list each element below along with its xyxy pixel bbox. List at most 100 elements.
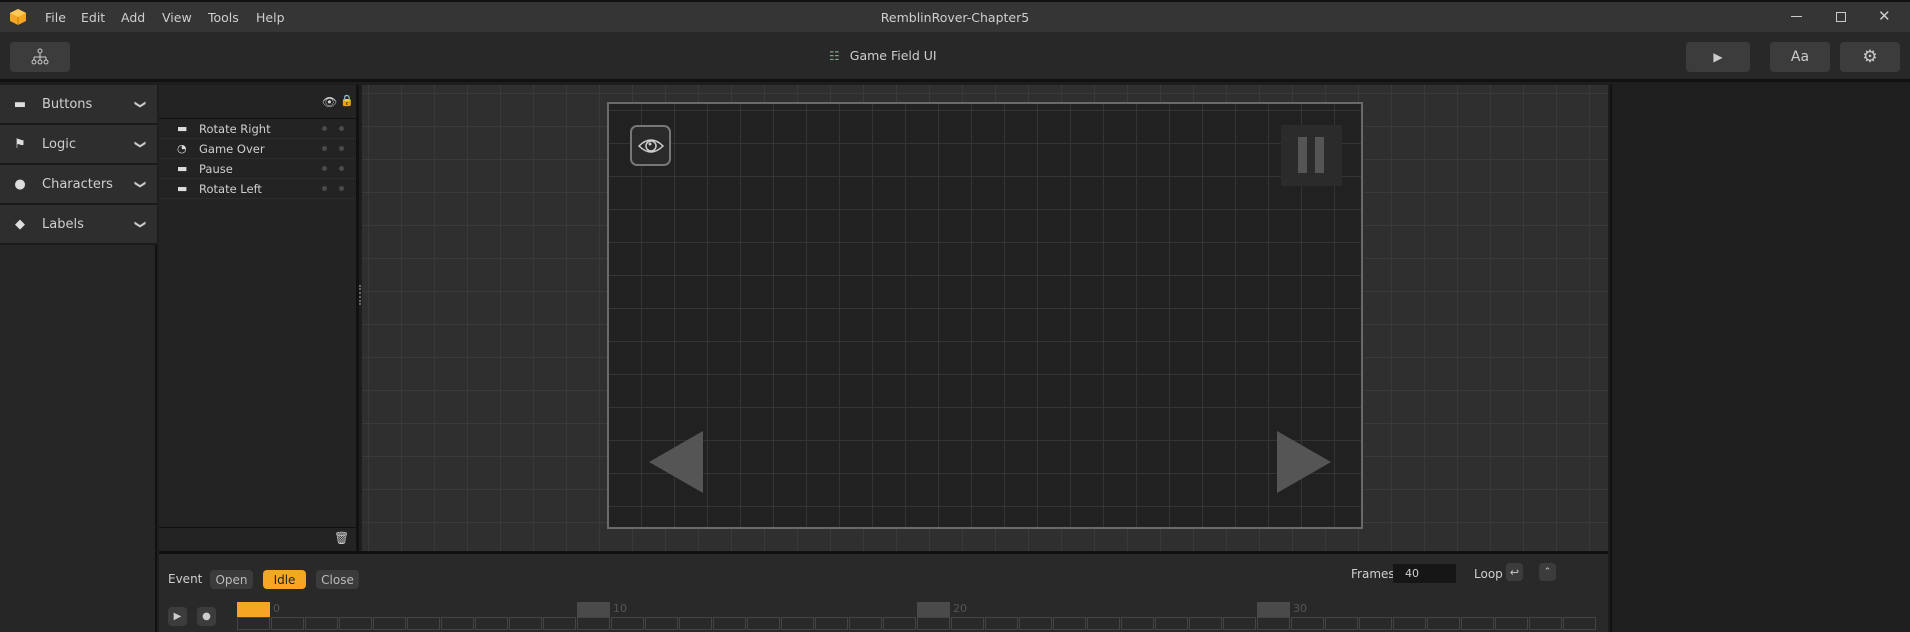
frame-cell[interactable] — [305, 617, 338, 630]
trash-icon[interactable]: 🗑 — [334, 531, 349, 545]
frame-number-label: 20 — [953, 602, 967, 615]
visibility-eye-icon[interactable]: 👁 — [322, 95, 337, 109]
chevron-down-icon: ❯ — [133, 219, 147, 229]
frame-cell[interactable] — [1529, 617, 1562, 630]
chevron-down-icon: ❯ — [133, 99, 147, 109]
frame-marker[interactable] — [577, 602, 610, 617]
frame-cell[interactable] — [475, 617, 508, 630]
frame-cell[interactable] — [883, 617, 916, 630]
frame-cell[interactable] — [815, 617, 848, 630]
lock-dot[interactable] — [339, 166, 344, 171]
scene-list-icon: ☷ — [829, 48, 840, 63]
frame-cell[interactable] — [951, 617, 984, 630]
pause-icon — [1298, 137, 1307, 173]
frame-cell[interactable] — [373, 617, 406, 630]
record-button[interactable]: ● — [197, 607, 216, 626]
lock-icon[interactable]: 🔒 — [340, 94, 354, 107]
sidebar-item-characters[interactable]: ● Characters ❯ — [0, 165, 157, 205]
panel-resize-handle[interactable] — [359, 285, 362, 305]
close-button[interactable]: ✕ — [1878, 7, 1891, 25]
frame-cell[interactable] — [849, 617, 882, 630]
frame-cell[interactable] — [1563, 617, 1596, 630]
frame-cell[interactable] — [1019, 617, 1052, 630]
frame-cell[interactable] — [781, 617, 814, 630]
playhead-marker[interactable] — [237, 602, 270, 617]
layer-item[interactable]: ▬ Rotate Right — [159, 119, 356, 139]
lock-dot[interactable] — [339, 146, 344, 151]
frame-cell[interactable] — [577, 617, 610, 630]
frame-cell[interactable] — [1359, 617, 1392, 630]
chevron-down-icon: ❯ — [133, 179, 147, 189]
frame-cell[interactable] — [917, 617, 950, 630]
frame-cell[interactable] — [339, 617, 372, 630]
event-close-button[interactable]: Close — [316, 570, 359, 589]
frame-cell[interactable] — [611, 617, 644, 630]
collapse-timeline-button[interactable]: ⌃ — [1539, 563, 1556, 581]
frame-cell[interactable] — [407, 617, 440, 630]
frame-cell[interactable] — [1427, 617, 1460, 630]
visibility-dot[interactable] — [322, 126, 327, 131]
sidebar-item-labels[interactable]: ◆ Labels ❯ — [0, 205, 157, 245]
frame-cell[interactable] — [1291, 617, 1324, 630]
layer-item[interactable]: ◔ Game Over — [159, 139, 356, 159]
visibility-dot[interactable] — [322, 146, 327, 151]
frame-marker[interactable] — [1257, 602, 1290, 617]
layer-item[interactable]: ▬ Pause — [159, 159, 356, 179]
frame-cell[interactable] — [543, 617, 576, 630]
layer-item[interactable]: ▬ Rotate Left — [159, 179, 356, 199]
frame-cell[interactable] — [1495, 617, 1528, 630]
frame-cell[interactable] — [1325, 617, 1358, 630]
minimize-button[interactable] — [1791, 16, 1802, 17]
maximize-button[interactable] — [1836, 12, 1846, 22]
font-button[interactable]: Aa — [1770, 42, 1830, 72]
frame-cell[interactable] — [747, 617, 780, 630]
rotate-right-button[interactable] — [630, 125, 671, 166]
visibility-dot[interactable] — [322, 166, 327, 171]
frames-input[interactable]: 40 — [1393, 564, 1456, 583]
rotate-left-arrow-button[interactable] — [649, 431, 703, 493]
gear-icon: ⚙ — [1862, 47, 1878, 67]
frame-cell[interactable] — [645, 617, 678, 630]
lock-dot[interactable] — [339, 186, 344, 191]
frame-cell[interactable] — [1087, 617, 1120, 630]
frame-cell[interactable] — [509, 617, 542, 630]
play-button[interactable]: ▶ — [1686, 42, 1750, 72]
scene-title: ☷ Game Field UI — [829, 48, 937, 63]
frame-cell[interactable] — [713, 617, 746, 630]
frame-marker[interactable] — [917, 602, 950, 617]
loop-label: Loop — [1474, 567, 1503, 581]
play-icon: ▶ — [173, 611, 182, 622]
settings-button[interactable]: ⚙ — [1840, 42, 1900, 72]
frame-cell[interactable] — [1461, 617, 1494, 630]
frame-number-label: 10 — [613, 602, 627, 615]
frame-cell[interactable] — [1189, 617, 1222, 630]
frame-cell[interactable] — [985, 617, 1018, 630]
sidebar-item-buttons[interactable]: ▬ Buttons ❯ — [0, 85, 157, 125]
frame-cell[interactable] — [1257, 617, 1290, 630]
sidebar-item-logic[interactable]: ⚑ Logic ❯ — [0, 125, 157, 165]
lock-dot[interactable] — [339, 126, 344, 131]
hierarchy-button[interactable] — [10, 42, 70, 72]
frame-cell[interactable] — [679, 617, 712, 630]
frame-cell[interactable] — [237, 617, 270, 630]
frame-cell[interactable] — [1223, 617, 1256, 630]
frame-cell[interactable] — [1121, 617, 1154, 630]
event-label: Event — [168, 572, 203, 586]
frame-cell[interactable] — [441, 617, 474, 630]
pause-button[interactable] — [1281, 125, 1342, 186]
loop-toggle-button[interactable]: ↩ — [1506, 563, 1523, 581]
frame-cell[interactable] — [1393, 617, 1426, 630]
frame-cell[interactable] — [271, 617, 304, 630]
visibility-dot[interactable] — [322, 186, 327, 191]
artboard[interactable] — [607, 102, 1363, 529]
event-idle-button[interactable]: Idle — [263, 570, 306, 589]
timer-icon: ◔ — [177, 142, 187, 155]
person-icon: ● — [14, 176, 26, 192]
timeline-play-button[interactable]: ▶ — [168, 607, 187, 626]
event-open-button[interactable]: Open — [210, 570, 253, 589]
rotate-right-arrow-button[interactable] — [1277, 431, 1331, 493]
frame-cell[interactable] — [1053, 617, 1086, 630]
editor-canvas[interactable] — [359, 85, 1608, 551]
frame-cell[interactable] — [1155, 617, 1188, 630]
title-bar: File Edit Add View Tools Help RemblinRov… — [0, 0, 1910, 32]
